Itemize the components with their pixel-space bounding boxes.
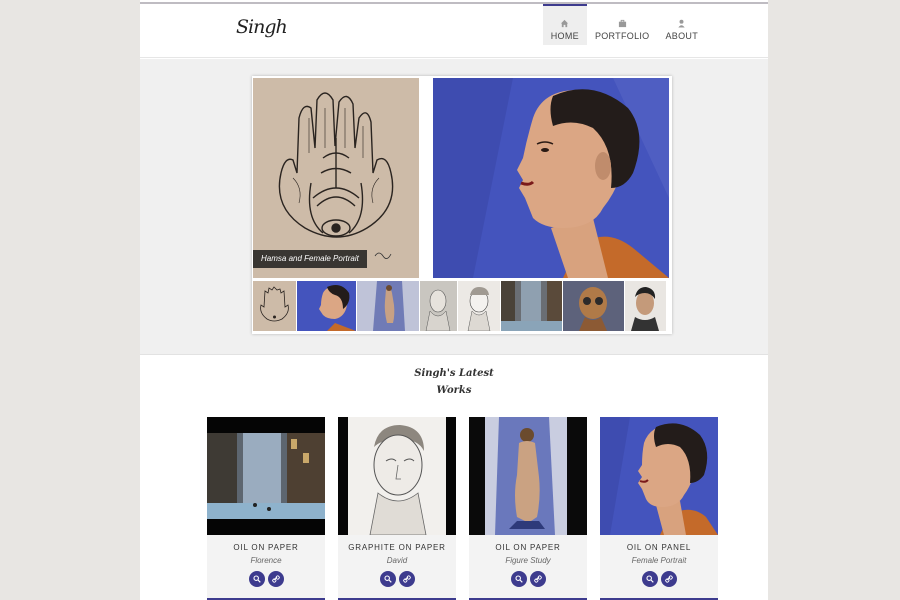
card-medium: OIL ON PAPER bbox=[233, 543, 299, 552]
magnifier-icon bbox=[383, 575, 392, 583]
nav-home-label: HOME bbox=[550, 31, 579, 41]
thumbnail-masked-figure[interactable] bbox=[563, 281, 624, 331]
thumbnail-male-portrait[interactable] bbox=[625, 281, 666, 331]
magnifier-icon bbox=[514, 575, 523, 583]
site-header: Singh HOME PORTFOLIO ABOUT bbox=[140, 4, 768, 58]
nav-home[interactable]: HOME bbox=[542, 4, 587, 45]
zoom-button[interactable] bbox=[379, 571, 396, 587]
thumbnail-david[interactable] bbox=[458, 281, 500, 331]
card-medium: OIL ON PAPER bbox=[495, 543, 561, 552]
link-button[interactable] bbox=[267, 571, 284, 587]
zoom-button[interactable] bbox=[510, 571, 527, 587]
thumbnail-florence[interactable] bbox=[501, 281, 562, 331]
card-image-florence[interactable] bbox=[207, 417, 325, 535]
user-icon bbox=[678, 19, 685, 28]
site-logo[interactable]: Singh bbox=[236, 16, 288, 38]
card-actions bbox=[469, 571, 587, 587]
work-card[interactable]: OIL ON PAPER Figure Study bbox=[469, 417, 587, 600]
slide-image-hamsa[interactable]: Hamsa and Female Portrait bbox=[253, 78, 419, 278]
card-image-david[interactable] bbox=[338, 417, 456, 535]
work-card[interactable]: GRAPHITE ON PAPER David bbox=[338, 417, 456, 600]
portrait-artwork bbox=[433, 78, 669, 278]
work-card[interactable]: OIL ON PAPER Florence bbox=[207, 417, 325, 600]
latest-title-line2: Works bbox=[436, 385, 472, 396]
card-title: David bbox=[386, 556, 408, 565]
card-title: Female Portrait bbox=[631, 556, 687, 565]
thumbnail-female-portrait[interactable] bbox=[297, 281, 356, 331]
nav-about-label: ABOUT bbox=[665, 31, 698, 41]
card-actions bbox=[207, 571, 325, 587]
link-icon bbox=[533, 575, 542, 583]
thumbnail-strip bbox=[253, 281, 671, 331]
briefcase-icon bbox=[618, 19, 626, 28]
card-title: Florence bbox=[250, 556, 282, 565]
image-slider: Hamsa and Female Portrait bbox=[252, 76, 672, 334]
slide-caption: Hamsa and Female Portrait bbox=[253, 250, 367, 268]
card-image-figure-study[interactable] bbox=[469, 417, 587, 535]
card-medium: GRAPHITE ON PAPER bbox=[348, 543, 446, 552]
home-icon bbox=[561, 19, 569, 28]
link-button[interactable] bbox=[398, 571, 415, 587]
latest-title-line1: Singh's Latest bbox=[414, 368, 494, 379]
slide-image-portrait[interactable] bbox=[433, 78, 669, 278]
page-container: Singh HOME PORTFOLIO ABOUT Hamsa and Fem… bbox=[140, 0, 768, 600]
link-button[interactable] bbox=[529, 571, 546, 587]
zoom-button[interactable] bbox=[248, 571, 265, 587]
link-icon bbox=[271, 575, 280, 583]
magnifier-icon bbox=[645, 575, 654, 583]
main-nav: HOME PORTFOLIO ABOUT bbox=[542, 4, 706, 48]
gallery-section: Hamsa and Female Portrait bbox=[140, 59, 768, 355]
thumbnail-bust-sketch[interactable] bbox=[420, 281, 457, 331]
works-grid: OIL ON PAPER Florence GRAPHITE ON PAPER … bbox=[207, 417, 718, 600]
hamsa-artwork bbox=[253, 78, 419, 278]
work-card[interactable]: OIL ON PANEL Female Portrait bbox=[600, 417, 718, 600]
link-icon bbox=[664, 575, 673, 583]
latest-works-title: Singh's Latest Works bbox=[140, 365, 768, 399]
nav-portfolio-label: PORTFOLIO bbox=[594, 31, 650, 41]
thumbnail-figure-study[interactable] bbox=[357, 281, 419, 331]
magnifier-icon bbox=[252, 575, 261, 583]
card-actions bbox=[338, 571, 456, 587]
card-title: Figure Study bbox=[505, 556, 551, 565]
nav-portfolio[interactable]: PORTFOLIO bbox=[587, 4, 658, 45]
nav-about[interactable]: ABOUT bbox=[657, 4, 706, 45]
thumbnail-hamsa[interactable] bbox=[253, 281, 296, 331]
link-button[interactable] bbox=[660, 571, 677, 587]
card-medium: OIL ON PANEL bbox=[626, 543, 692, 552]
card-actions bbox=[600, 571, 718, 587]
zoom-button[interactable] bbox=[641, 571, 658, 587]
link-icon bbox=[402, 575, 411, 583]
card-image-female-portrait[interactable] bbox=[600, 417, 718, 535]
